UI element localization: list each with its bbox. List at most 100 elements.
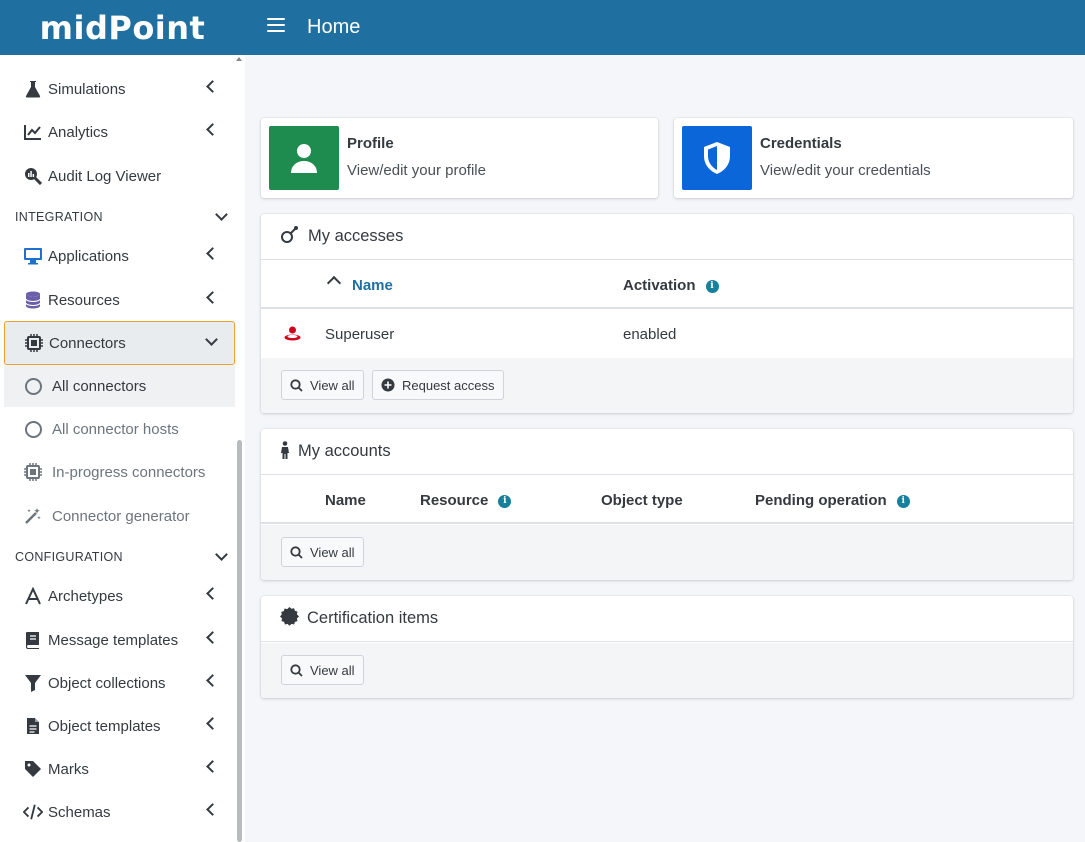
sidebar-item-label: Archetypes xyxy=(48,587,124,605)
sidebar-item-resources[interactable]: Resources xyxy=(4,279,235,321)
sidebar-item-label: Message templates xyxy=(48,631,179,649)
filter-icon xyxy=(23,673,43,693)
plus-circle-icon xyxy=(381,378,395,392)
profile-title: Profile xyxy=(347,135,394,152)
sidebar-subitem-connector-generator[interactable]: Connector generator xyxy=(4,495,235,537)
table-row[interactable]: Superuser enabled xyxy=(261,310,1073,358)
sidebar-item-label: Object collections xyxy=(48,674,166,692)
sidebar-item-label: Schemas xyxy=(48,803,111,821)
credentials-title: Credentials xyxy=(760,135,842,152)
sidebar-item-object-templates[interactable]: Object templates xyxy=(4,705,235,747)
panel-footer: View all Request access xyxy=(261,358,1073,413)
person-icon xyxy=(280,440,290,463)
shield-icon xyxy=(682,126,752,190)
info-icon[interactable]: i xyxy=(498,494,512,508)
tag-icon xyxy=(23,759,43,779)
sidebar-item-label: In-progress connectors xyxy=(52,463,206,481)
midpoint-logo[interactable]: midPoint xyxy=(0,0,245,55)
sidebar-item-marks[interactable]: Marks xyxy=(4,748,235,790)
sidebar-subitem-all-connector-hosts[interactable]: All connector hosts xyxy=(4,408,235,450)
section-label: INTEGRATION xyxy=(15,210,103,224)
sidebar-item-object-collections[interactable]: Object collections xyxy=(4,662,235,704)
chevron-left-icon xyxy=(206,674,219,687)
certification-items-panel: Certification items View all xyxy=(261,596,1073,698)
panel-title: My accounts xyxy=(298,442,391,460)
column-header-pending-operation: Pending operation i xyxy=(755,492,910,509)
user-icon xyxy=(269,126,339,190)
search-icon xyxy=(290,378,303,392)
sidebar-item-label: Object templates xyxy=(48,717,161,735)
column-header-label: Resource xyxy=(420,492,489,509)
archetype-icon xyxy=(23,586,43,606)
sidebar-item-label: Applications xyxy=(48,247,129,265)
brand-text: midPoint xyxy=(39,8,206,47)
section-configuration[interactable]: CONFIGURATION xyxy=(15,548,230,564)
role-icon xyxy=(284,326,301,345)
sidebar-item-simulations[interactable]: Simulations xyxy=(4,68,235,110)
panel-title: My accesses xyxy=(308,227,404,245)
sidebar-item-label: All connectors xyxy=(52,377,147,395)
chevron-left-icon xyxy=(206,717,219,730)
sidebar-scrollbar-thumb[interactable] xyxy=(237,440,242,842)
panel-header: My accesses xyxy=(261,214,1073,260)
panel-footer: View all xyxy=(261,643,1073,698)
view-all-button[interactable]: View all xyxy=(281,655,364,685)
section-integration[interactable]: INTEGRATION xyxy=(15,208,230,224)
chevron-left-icon xyxy=(206,80,219,93)
sidebar-subitem-all-connectors[interactable]: All connectors xyxy=(4,365,235,407)
column-header-object-type: Object type xyxy=(601,492,683,509)
sidebar-item-schemas[interactable]: Schemas xyxy=(4,791,235,833)
sidebar-item-label: Analytics xyxy=(48,123,109,141)
request-access-button[interactable]: Request access xyxy=(372,370,504,400)
sidebar-item-label: Connector generator xyxy=(52,507,190,525)
credentials-tile[interactable]: Credentials View/edit your credentials xyxy=(674,118,1073,198)
column-header-name[interactable]: Name xyxy=(325,492,366,509)
view-all-button[interactable]: View all xyxy=(281,537,364,567)
sidebar-item-applications[interactable]: Applications xyxy=(4,235,235,277)
search-icon xyxy=(290,545,303,559)
sort-ascending-icon[interactable] xyxy=(326,275,342,291)
scroll-up-icon[interactable] xyxy=(236,57,242,61)
sidebar-item-message-templates[interactable]: Message templates xyxy=(4,619,235,661)
button-label: Request access xyxy=(402,377,495,393)
microchip-icon xyxy=(24,333,44,353)
page-title: Home xyxy=(307,16,361,38)
chevron-down-icon xyxy=(215,548,228,561)
column-header-label: Pending operation xyxy=(755,492,887,509)
code-icon xyxy=(23,802,43,822)
my-accesses-panel: My accesses Name Activation i Superuser e… xyxy=(261,214,1073,413)
info-icon[interactable]: i xyxy=(705,279,719,293)
database-icon xyxy=(23,290,43,310)
menu-toggle-icon[interactable] xyxy=(267,18,285,34)
chevron-left-icon xyxy=(206,760,219,773)
info-icon[interactable]: i xyxy=(896,494,910,508)
chevron-left-icon xyxy=(206,587,219,600)
profile-tile[interactable]: Profile View/edit your profile xyxy=(261,118,658,198)
sidebar-item-label: Audit Log Viewer xyxy=(48,167,162,185)
sidebar-item-label: Connectors xyxy=(49,334,126,352)
column-header-resource: Resource i xyxy=(420,492,512,509)
file-icon xyxy=(23,716,43,736)
credentials-subtitle: View/edit your credentials xyxy=(760,162,931,179)
certificate-icon xyxy=(280,607,299,630)
sidebar-item-label: Simulations xyxy=(48,80,126,98)
column-header-activation: Activation i xyxy=(623,277,719,294)
column-header-name[interactable]: Name xyxy=(352,277,393,294)
chevron-left-icon xyxy=(206,631,219,644)
row-activation: enabled xyxy=(623,326,677,343)
top-navbar: midPoint Home xyxy=(0,0,1085,55)
sidebar-item-archetypes[interactable]: Archetypes xyxy=(4,575,235,617)
section-label: CONFIGURATION xyxy=(15,550,123,564)
sidebar-item-audit-log-viewer[interactable]: Audit Log Viewer xyxy=(4,155,235,197)
sidebar-subitem-in-progress-connectors[interactable]: In-progress connectors xyxy=(4,451,235,493)
view-all-button[interactable]: View all xyxy=(281,370,364,400)
chevron-left-icon xyxy=(206,291,219,304)
sidebar-item-connectors[interactable]: Connectors xyxy=(4,321,235,365)
table-header: Name Resource i Object type Pending opera… xyxy=(261,476,1073,524)
male-icon xyxy=(280,225,300,248)
chevron-down-icon xyxy=(215,208,228,221)
row-name[interactable]: Superuser xyxy=(325,326,394,343)
button-label: View all xyxy=(310,377,355,393)
circle-icon xyxy=(23,419,43,439)
sidebar-item-analytics[interactable]: Analytics xyxy=(4,111,235,153)
